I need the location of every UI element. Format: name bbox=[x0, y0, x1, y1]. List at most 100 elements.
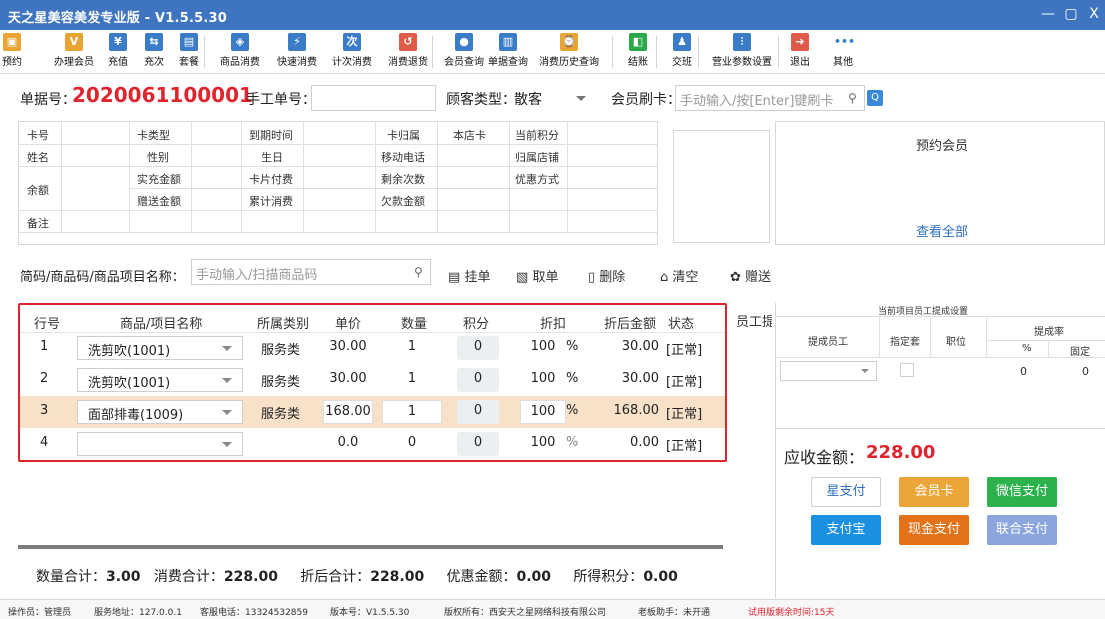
toolbar-label: 快速消费 bbox=[277, 57, 317, 68]
status-operator: 操作员：管理员 bbox=[8, 608, 72, 618]
pay-button-2[interactable]: 微信支付 bbox=[987, 477, 1057, 507]
discount-type-label: 优惠方式 bbox=[515, 173, 559, 186]
delete-label: 删除 bbox=[599, 270, 626, 285]
delete-button[interactable]: ▯ 删除 bbox=[588, 266, 625, 285]
employee-header: 提成员工 bbox=[808, 337, 848, 348]
discount-value: 100 bbox=[530, 435, 556, 450]
price-field[interactable]: 30.00 bbox=[323, 368, 373, 392]
remain-times-label: 剩余次数 bbox=[381, 173, 425, 186]
toolbar-recharge-times-button[interactable]: ⇆ 充次 bbox=[144, 33, 164, 68]
consume-total-value: 228.00 bbox=[223, 569, 278, 585]
trash-icon: ▯ bbox=[588, 270, 596, 285]
item-name-select[interactable] bbox=[77, 432, 243, 456]
item-name: 洗剪吹(1001) bbox=[88, 376, 171, 391]
price-field[interactable]: 0.0 bbox=[323, 432, 373, 456]
close-button[interactable]: X bbox=[1083, 4, 1105, 24]
hold-order-button[interactable]: ▤ 挂单 bbox=[448, 266, 490, 285]
col-header-status: 状态 bbox=[668, 317, 695, 332]
status-server: 服务地址：127.0.0.1 bbox=[94, 608, 182, 618]
assigned-checkbox[interactable] bbox=[900, 363, 914, 377]
table-row[interactable]: 3 面部排毒(1009) 服务类 168.00 1 0 100% 168.00 [正常] bbox=[20, 396, 725, 428]
maximize-button[interactable]: ▢ bbox=[1060, 4, 1082, 24]
item-amount: 30.00 bbox=[621, 339, 659, 354]
toolbar-count-consume-button[interactable]: 次计次消费 bbox=[332, 33, 372, 68]
toolbar-return-button[interactable]: ↺ 消费退货 bbox=[388, 33, 428, 68]
discount-field[interactable]: 100 bbox=[520, 400, 566, 424]
discount-field[interactable]: 100 bbox=[520, 368, 566, 392]
pay-button-3[interactable]: 支付宝 bbox=[811, 515, 881, 545]
discount-field[interactable]: 100 bbox=[520, 336, 566, 360]
main-toolbar: ▣ 预约 V 办理会员 ¥ 充值 ⇆ 充次 ▤ 套餐 ◈ 商品消费 ⚡ 快速消费 次计次消费 ↺ 消费退货 ● 会员… bbox=[0, 30, 1105, 74]
col-header-amount: 折后金额 bbox=[604, 317, 657, 332]
customer-type-select[interactable]: 散客 bbox=[510, 85, 592, 111]
package-icon: ▤ bbox=[180, 33, 198, 51]
earned-points-label: 所得积分： bbox=[573, 569, 644, 585]
chevron-down-icon bbox=[576, 96, 586, 101]
member-search-icon[interactable]: Q bbox=[867, 90, 883, 106]
col-header-points: 积分 bbox=[463, 317, 490, 332]
price-field[interactable]: 30.00 bbox=[323, 336, 373, 360]
item-name-select[interactable]: 洗剪吹(1001) bbox=[77, 368, 243, 392]
quantity-value: 0 bbox=[407, 435, 417, 450]
table-row[interactable]: 4 0.0 0 0 100% 0.00 [正常] bbox=[20, 428, 725, 460]
toolbar-checkout-button[interactable]: ◧ 结账 bbox=[628, 33, 648, 68]
quantity-field[interactable]: 1 bbox=[382, 368, 442, 392]
pay-button-5[interactable]: 联合支付 bbox=[987, 515, 1057, 545]
rate-header: 提成率 bbox=[1034, 327, 1064, 338]
manual-number-input[interactable] bbox=[311, 85, 436, 111]
toolbar-bill-search-button[interactable]: ▥ 单据查询 bbox=[488, 33, 528, 68]
toolbar-quick-consume-button[interactable]: ⚡ 快速消费 bbox=[277, 33, 317, 68]
chevron-down-icon bbox=[861, 369, 869, 373]
member-info-table: 卡号 卡类型 到期时间 卡归属 本店卡 当前积分 姓名 性别 生日 移动电话 归… bbox=[18, 121, 658, 245]
card-no-label: 卡号 bbox=[27, 129, 49, 142]
horizontal-scrollbar[interactable] bbox=[18, 545, 723, 549]
toolbar-calendar-button[interactable]: ▣ 预约 bbox=[2, 33, 22, 68]
pay-button-4[interactable]: 现金支付 bbox=[899, 515, 969, 545]
pay-button-1[interactable]: 会员卡 bbox=[899, 477, 969, 507]
toolbar-exit-button[interactable]: ➜ 退出 bbox=[790, 33, 810, 68]
home-store-label: 归属店铺 bbox=[515, 151, 559, 164]
toolbar-settings-button[interactable]: ⫶ 营业参数设置 bbox=[712, 33, 772, 68]
quantity-field[interactable]: 0 bbox=[382, 432, 442, 456]
table-row[interactable]: 1 洗剪吹(1001) 服务类 30.00 1 0 100% 30.00 [正常] bbox=[20, 332, 725, 364]
toolbar-history-button[interactable]: ⌚ 消费历史查询 bbox=[539, 33, 599, 68]
vip-card-icon: V bbox=[65, 33, 83, 51]
row-number: 4 bbox=[40, 435, 49, 450]
toolbar-shift-button[interactable]: ♟ 交班 bbox=[672, 33, 692, 68]
card-swipe-input[interactable]: 手动输入/按[Enter]键刷卡 ⚲ bbox=[675, 85, 865, 111]
quantity-field[interactable]: 1 bbox=[382, 336, 442, 360]
qty-total-value: 3.00 bbox=[106, 569, 141, 585]
gift-button[interactable]: ✿ 赠送 bbox=[730, 266, 771, 285]
item-search-input[interactable]: 手动输入/扫描商品码 ⚲ bbox=[191, 259, 431, 285]
toolbar-separator bbox=[656, 36, 657, 68]
minimize-button[interactable]: — bbox=[1037, 4, 1059, 24]
retrieve-order-button[interactable]: ▧ 取单 bbox=[516, 266, 558, 285]
toolbar-package-button[interactable]: ▤ 套餐 bbox=[179, 33, 199, 68]
price-field[interactable]: 168.00 bbox=[323, 400, 373, 424]
row-number: 2 bbox=[40, 371, 49, 386]
toolbar-more-button[interactable]: ••• 其他 bbox=[833, 33, 855, 68]
toolbar-vip-card-button[interactable]: V 办理会员 bbox=[54, 33, 94, 68]
quantity-field[interactable]: 1 bbox=[382, 400, 442, 424]
discount-field[interactable]: 100 bbox=[520, 432, 566, 456]
birthday-label: 生日 bbox=[261, 151, 283, 164]
toolbar-yen-button[interactable]: ¥ 充值 bbox=[108, 33, 128, 68]
return-icon: ↺ bbox=[399, 33, 417, 51]
clear-button[interactable]: ⌂ 清空 bbox=[660, 266, 698, 285]
card-owner-label: 卡归属 bbox=[387, 129, 420, 142]
view-all-link[interactable]: 查看全部 bbox=[916, 221, 968, 240]
toolbar-member-search-button[interactable]: ● 会员查询 bbox=[444, 33, 484, 68]
toolbar-goods-consume-button[interactable]: ◈ 商品消费 bbox=[220, 33, 260, 68]
table-row[interactable]: 2 洗剪吹(1001) 服务类 30.00 1 0 100% 30.00 [正常] bbox=[20, 364, 725, 396]
commission-employee-select[interactable] bbox=[780, 361, 877, 381]
item-name-select[interactable]: 面部排毒(1009) bbox=[77, 400, 243, 424]
pay-button-0[interactable]: 星支付 bbox=[811, 477, 881, 507]
toolbar-label: 办理会员 bbox=[54, 57, 94, 68]
col-header-qty: 数量 bbox=[401, 317, 428, 332]
bill-search-icon: ▥ bbox=[499, 33, 517, 51]
points-field: 0 bbox=[457, 432, 499, 456]
item-name-select[interactable]: 洗剪吹(1001) bbox=[77, 336, 243, 360]
total-consume-label: 累计消费 bbox=[249, 195, 293, 208]
toolbar-label: 消费退货 bbox=[388, 57, 428, 68]
retrieve-icon: ▧ bbox=[516, 270, 529, 285]
